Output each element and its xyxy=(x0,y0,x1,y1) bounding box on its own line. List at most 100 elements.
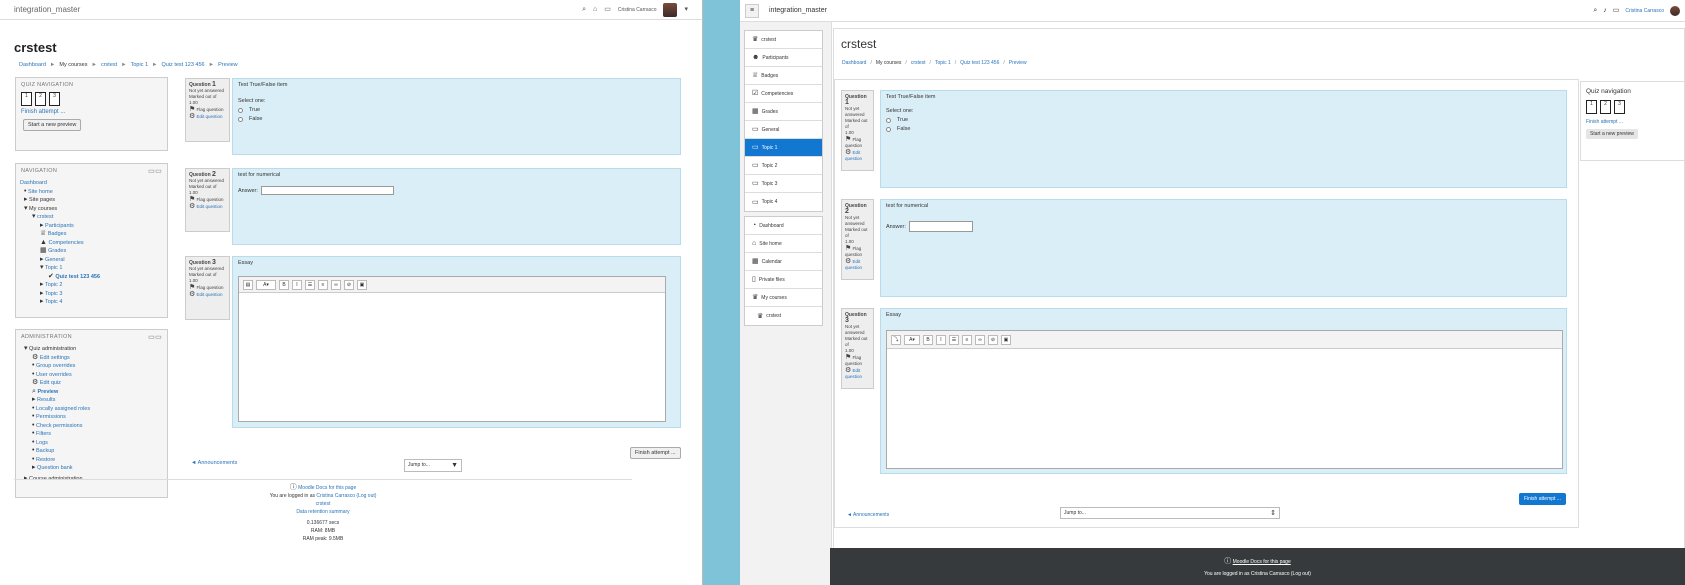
unlink-icon[interactable]: ⊘ xyxy=(988,334,998,345)
drawer-item-course[interactable]: ♛ crstest xyxy=(745,31,822,49)
nav-my-courses[interactable]: My courses xyxy=(29,206,57,212)
admin-results[interactable]: Results xyxy=(37,397,55,403)
chevron-right-icon[interactable]: ▸ xyxy=(40,290,44,297)
chevron-right-icon[interactable]: ▸ xyxy=(40,222,44,229)
quiz-nav-button[interactable]: 2 xyxy=(35,92,46,106)
finish-attempt-button[interactable]: Finish attempt ... xyxy=(1519,493,1566,505)
paragraph-style-icon[interactable]: A▾ xyxy=(256,279,276,290)
drawer-item-course[interactable]: ♛ crstest xyxy=(745,307,822,325)
start-new-preview-button[interactable]: Start a new preview xyxy=(23,119,82,131)
answer-input[interactable] xyxy=(260,186,394,195)
drawer-item-participants[interactable]: ☻ Participants xyxy=(745,49,822,67)
drawer-item-calendar[interactable]: ▦ Calendar xyxy=(745,253,822,271)
breadcrumb-dashboard[interactable]: Dashboard xyxy=(842,60,866,66)
chevron-down-icon[interactable]: ▾ xyxy=(24,345,28,352)
jump-to-select[interactable]: Jump to... ▼ xyxy=(404,459,462,472)
chevron-right-icon[interactable]: ▸ xyxy=(40,298,44,305)
flag-question[interactable]: Flag question xyxy=(197,107,224,112)
admin-edit-settings[interactable]: Edit settings xyxy=(40,355,70,361)
logout-link[interactable]: (Log out) xyxy=(356,493,376,499)
avatar[interactable] xyxy=(663,2,678,17)
breadcrumb-preview[interactable]: Preview xyxy=(218,62,238,68)
false-radio[interactable] xyxy=(238,116,243,122)
chevron-right-icon[interactable]: ▸ xyxy=(32,464,36,471)
link-icon[interactable]: ∞ xyxy=(331,279,341,290)
essay-textarea[interactable] xyxy=(239,293,665,421)
true-label[interactable]: True xyxy=(249,107,260,113)
nav-site-pages[interactable]: Site pages xyxy=(29,197,55,203)
true-radio[interactable] xyxy=(886,117,891,123)
quiz-nav-button[interactable]: 1 xyxy=(21,92,32,106)
flag-icon[interactable]: ⚑ xyxy=(845,136,851,143)
footer-course-link[interactable]: crstest xyxy=(316,501,331,507)
unordered-list-icon[interactable]: ☰ xyxy=(949,334,959,345)
nav-topic-2[interactable]: Topic 2 xyxy=(45,282,62,288)
finish-attempt-link[interactable]: Finish attempt ... xyxy=(1586,119,1623,125)
chevron-right-icon[interactable]: ▸ xyxy=(32,396,36,403)
chevron-right-icon[interactable]: ▸ xyxy=(40,281,44,288)
show-more-icon[interactable]: ⤵ xyxy=(891,334,901,345)
drawer-item-private-files[interactable]: ▯ Private files xyxy=(745,271,822,289)
quiz-nav-button[interactable]: 3 xyxy=(49,92,60,106)
message-icon[interactable]: ▭ xyxy=(1613,7,1620,14)
edit-question-link[interactable]: Edit question xyxy=(197,204,223,209)
home-icon[interactable]: ⌂ xyxy=(593,6,597,13)
flag-icon[interactable]: ⚑ xyxy=(189,106,195,113)
breadcrumb-preview[interactable]: Preview xyxy=(1009,60,1027,66)
admin-filters[interactable]: Filters xyxy=(36,431,51,437)
drawer-item-general[interactable]: ▭ General xyxy=(745,121,822,139)
admin-locally-assigned-roles[interactable]: Locally assigned roles xyxy=(36,406,90,412)
nav-topic-3[interactable]: Topic 3 xyxy=(45,291,62,297)
nav-course[interactable]: crstest xyxy=(37,214,53,220)
false-radio[interactable] xyxy=(886,126,891,132)
nav-quiz[interactable]: Quiz test 123 456 xyxy=(55,274,100,280)
admin-permissions[interactable]: Permissions xyxy=(36,414,66,420)
flag-question[interactable]: Flag question xyxy=(197,285,224,290)
admin-backup[interactable]: Backup xyxy=(36,448,54,454)
bold-icon[interactable]: B xyxy=(923,334,933,345)
quiz-nav-button[interactable]: 2 xyxy=(1600,100,1611,114)
quiz-nav-button[interactable]: 1 xyxy=(1586,100,1597,114)
ordered-list-icon[interactable]: ≡ xyxy=(962,334,972,345)
breadcrumb-course[interactable]: crstest xyxy=(101,62,117,68)
footer-user-link[interactable]: Cristina Carrasco xyxy=(316,493,355,499)
prev-activity-link[interactable]: ◄ Announcements xyxy=(847,512,889,518)
site-name[interactable]: integration_master xyxy=(769,7,827,14)
admin-question-bank[interactable]: Question bank xyxy=(37,465,72,471)
true-radio[interactable] xyxy=(238,107,243,113)
avatar[interactable] xyxy=(1670,5,1680,16)
false-label[interactable]: False xyxy=(249,116,262,122)
edit-question-link[interactable]: Edit question xyxy=(197,292,223,297)
nav-topic-1[interactable]: Topic 1 xyxy=(45,265,62,271)
essay-textarea[interactable] xyxy=(887,349,1562,468)
site-name[interactable]: integration_master xyxy=(14,5,80,14)
link-icon[interactable]: ∞ xyxy=(975,334,985,345)
collapse-icon[interactable]: ▭▭ xyxy=(148,168,162,175)
user-name[interactable]: Cristina Carrasco xyxy=(1625,8,1664,14)
chevron-down-icon[interactable]: ▾ xyxy=(40,264,44,271)
true-label[interactable]: True xyxy=(897,117,908,123)
drawer-item-site-home[interactable]: ⌂ Site home xyxy=(745,235,822,253)
edit-question-link[interactable]: Edit question xyxy=(197,114,223,119)
nav-badges[interactable]: Badges xyxy=(48,231,67,237)
answer-input[interactable] xyxy=(908,221,973,232)
nav-grades[interactable]: Grades xyxy=(48,248,66,254)
message-icon[interactable]: ▭ xyxy=(604,6,611,13)
nav-participants[interactable]: Participants xyxy=(45,223,74,229)
admin-user-overrides[interactable]: User overrides xyxy=(36,372,72,378)
drawer-item-my-courses[interactable]: ♛ My courses xyxy=(745,289,822,307)
chevron-right-icon[interactable]: ▸ xyxy=(40,256,44,263)
breadcrumb-dashboard[interactable]: Dashboard xyxy=(19,62,46,68)
bell-icon[interactable]: ♪ xyxy=(1603,7,1607,14)
breadcrumb-quiz[interactable]: Quiz test 123 456 xyxy=(960,60,999,66)
search-icon[interactable]: ⌕ xyxy=(1593,7,1597,14)
nav-site-home[interactable]: Site home xyxy=(28,189,53,195)
image-icon[interactable]: ▣ xyxy=(357,279,367,290)
start-new-preview-button[interactable]: Start a new preview xyxy=(1586,129,1638,139)
breadcrumb-quiz[interactable]: Quiz test 123 456 xyxy=(162,62,205,68)
unlink-icon[interactable]: ⊘ xyxy=(344,279,354,290)
collapse-icon[interactable]: ▭▭ xyxy=(148,334,162,341)
ordered-list-icon[interactable]: ≡ xyxy=(318,279,328,290)
bold-icon[interactable]: B xyxy=(279,279,289,290)
data-retention-link[interactable]: Data retention summary xyxy=(296,509,349,515)
